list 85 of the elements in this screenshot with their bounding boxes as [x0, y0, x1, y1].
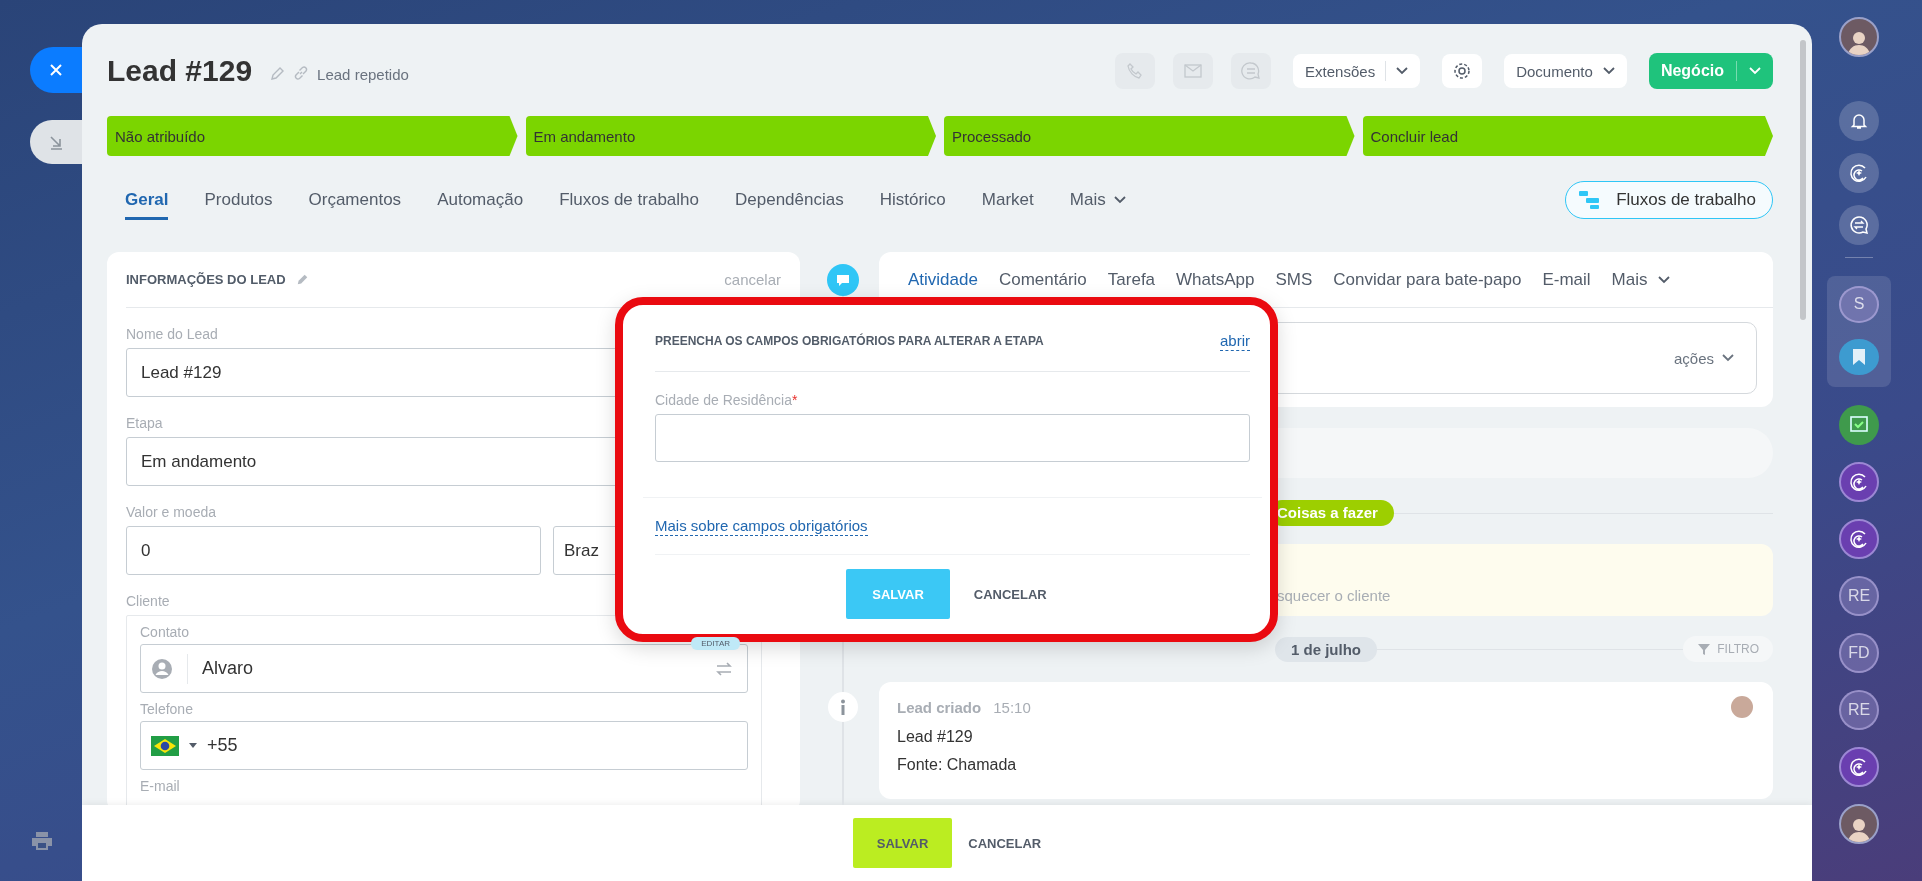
chevron-down-icon: [1396, 67, 1409, 75]
activity-tab[interactable]: Comentário: [998, 269, 1087, 290]
edit-badge[interactable]: EDITAR: [691, 637, 740, 650]
notification-bell-icon[interactable]: [1839, 101, 1879, 141]
activity-tab[interactable]: E-mail: [1542, 269, 1591, 290]
stage-step[interactable]: Não atribuído: [107, 116, 518, 156]
amount-field[interactable]: 0: [126, 526, 541, 575]
event-text: Fonte: Chamada: [897, 756, 1018, 774]
initials-avatar[interactable]: FD: [1839, 633, 1879, 673]
close-icon: [49, 63, 63, 77]
city-input[interactable]: [655, 414, 1250, 462]
stage-step[interactable]: Concluir lead: [1362, 116, 1773, 156]
person-icon: [151, 657, 173, 680]
comment-icon: [827, 264, 859, 296]
tab[interactable]: Automação: [437, 180, 524, 220]
field-label: Valor e moeda: [126, 504, 216, 520]
close-button[interactable]: [30, 47, 82, 93]
user-avatar[interactable]: [1839, 804, 1879, 844]
activity-tab[interactable]: SMS: [1275, 269, 1313, 290]
stage-step[interactable]: Em andamento: [525, 116, 936, 156]
field-label: Telefone: [140, 701, 193, 717]
open-link[interactable]: abrir: [1220, 331, 1250, 351]
actions-dropdown[interactable]: ações: [1673, 349, 1734, 367]
tab[interactable]: Market: [981, 180, 1034, 220]
tab[interactable]: Fluxos de trabalho: [559, 180, 699, 220]
chevron-down-icon: [1657, 275, 1670, 284]
caret-icon[interactable]: [189, 743, 197, 748]
event-text: Lead #129: [897, 728, 974, 746]
chevron-down-icon: [1749, 67, 1761, 75]
tab[interactable]: Orçamentos: [308, 180, 402, 220]
minimize-button[interactable]: [30, 120, 82, 164]
field-label: Cliente: [126, 593, 170, 609]
lead-subtitle: Lead repetido: [317, 65, 409, 83]
extensions-button[interactable]: Extensões: [1293, 54, 1421, 88]
initials-avatar[interactable]: S: [1839, 286, 1879, 323]
section-title: INFORMAÇÕES DO LEAD: [126, 272, 286, 287]
chat-icon: [1241, 61, 1262, 81]
user-avatar[interactable]: [1839, 17, 1879, 57]
filter-icon: [1697, 642, 1712, 656]
lead-title: Lead #129: [107, 54, 253, 88]
chevron-down-icon: [1113, 196, 1126, 204]
activity-tab[interactable]: Atividade: [908, 269, 978, 290]
mail-icon: [1184, 64, 1203, 78]
user-avatar: [1731, 696, 1753, 718]
chevron-down-icon: [1722, 354, 1734, 362]
stage-step[interactable]: Processado: [944, 116, 1355, 156]
bookmark-icon[interactable]: [1839, 338, 1879, 375]
diagonal-arrow-icon: [48, 134, 64, 150]
cancel-button[interactable]: CANCELAR: [968, 835, 1042, 851]
event-time: 15:10: [993, 698, 1031, 716]
info-icon: [828, 692, 858, 722]
reminder-text: squecer o cliente: [1277, 587, 1391, 604]
phone-code: +55: [207, 735, 238, 756]
activity-tab[interactable]: Convidar para bate-papo: [1333, 269, 1522, 290]
field-label: E-mail: [140, 778, 180, 794]
activity-tab[interactable]: WhatsApp: [1176, 269, 1255, 290]
chat-arrows-icon[interactable]: [1839, 205, 1879, 245]
phone-field[interactable]: +55: [140, 721, 748, 770]
initials-avatar[interactable]: RE: [1839, 576, 1879, 616]
workflows-button[interactable]: Fluxos de trabalho: [1565, 181, 1773, 219]
date-label: 1 de julho: [1275, 636, 1377, 662]
activity-tab[interactable]: Mais: [1611, 269, 1670, 290]
save-button[interactable]: SALVAR: [852, 818, 953, 868]
tab[interactable]: Produtos: [204, 180, 273, 220]
tab[interactable]: Geral: [125, 180, 169, 220]
flag-icon: [151, 735, 179, 756]
scrollbar[interactable]: [1800, 40, 1806, 320]
cancel-button[interactable]: CANCELAR: [973, 586, 1047, 602]
tab[interactable]: Mais: [1069, 180, 1126, 220]
initials-avatar[interactable]: RE: [1839, 690, 1879, 730]
tab[interactable]: Histórico: [879, 180, 946, 220]
field-label: Etapa: [126, 415, 163, 431]
event-title: Lead criado: [897, 698, 982, 716]
task-check-icon[interactable]: [1839, 405, 1879, 445]
printer-icon[interactable]: [31, 831, 53, 851]
help-link[interactable]: Mais sobre campos obrigatórios: [655, 516, 868, 536]
contact-name: Alvaro: [202, 658, 254, 679]
tab[interactable]: Dependências: [735, 180, 844, 220]
document-button[interactable]: Documento: [1504, 54, 1627, 88]
field-label: Contato: [140, 624, 190, 640]
chevron-down-icon: [1602, 67, 1615, 75]
activity-tab[interactable]: Tarefa: [1107, 269, 1156, 290]
settings-button[interactable]: [1442, 54, 1483, 88]
field-label: Nome do Lead: [126, 326, 218, 342]
settings-icon: [1453, 62, 1472, 80]
